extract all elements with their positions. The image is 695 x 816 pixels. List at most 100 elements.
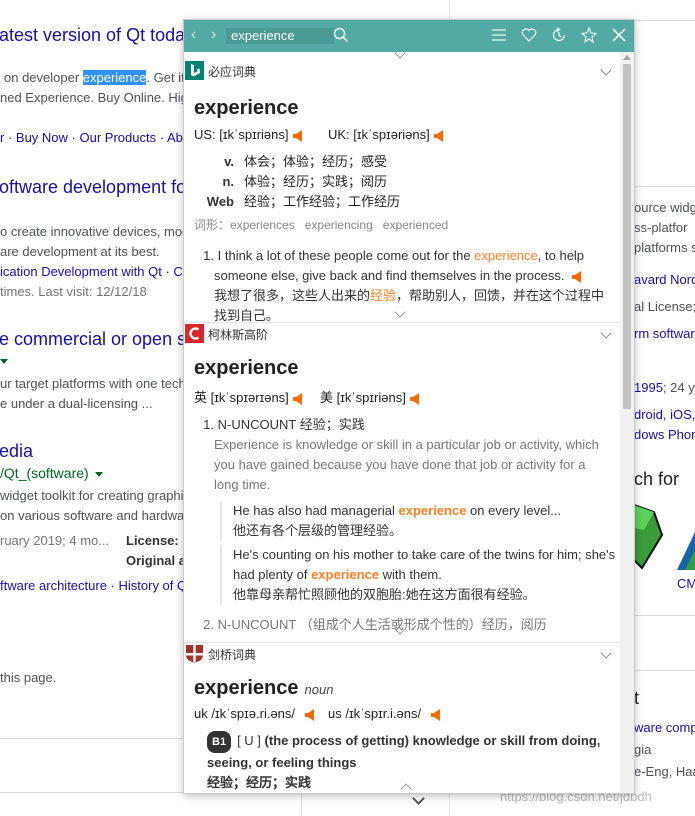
result-4-snippet: widget toolkit for creating graphic [0,488,191,503]
sitelink[interactable]: r [0,130,4,145]
result-4-snippet-2: on various software and hardwa [0,508,185,523]
popup-scrollbar[interactable] [620,52,634,793]
cambridge-logo-icon [186,645,203,663]
collins-example-1: He has also had managerial experience on… [220,501,620,541]
speaker-icon[interactable] [431,708,441,721]
panel-release: 1995; 24 y [634,380,695,395]
result-1-snippet: on developer experience. Get it [4,70,185,85]
panel-link-company[interactable]: ware compa [634,720,695,735]
cmake-logo-icon[interactable] [677,532,695,572]
snippet-highlight: experience [82,70,147,85]
result-1-title[interactable]: atest version of Qt today [0,25,194,46]
chevron-down-icon[interactable] [394,52,406,59]
search-icon[interactable] [333,27,349,43]
speaker-icon[interactable] [292,129,302,142]
popup-toolbar: ‹ › [184,20,634,52]
definition-row: n. 体验；经历；实践；阅历 [222,174,388,189]
forward-button[interactable]: › [211,27,216,43]
result-3-snippet-2: e under a dual-licensing ... [0,396,153,411]
collins-logo-icon [185,324,204,343]
panel-line: ss-platfor [634,220,688,235]
panel-line: gia [634,742,652,757]
popup-content[interactable]: 必应词典 experience US: [ɪkˈspɪriəns] UK: [ɪ… [184,52,620,793]
word-form[interactable]: experienced [383,218,448,232]
url-dropdown-icon[interactable] [94,471,103,477]
headword: experience [194,97,299,119]
uk-pronunciation: 英 [ɪkˈspɪərɪəns] [194,387,302,406]
result-4-sitelinks: ftware architecture · History of Q [0,578,188,593]
speaker-icon[interactable] [292,392,302,405]
right-panel-divider [634,20,695,21]
result-4-original: Original a [126,553,186,568]
pin-icon[interactable] [581,27,597,43]
panel-link-type[interactable]: rm software [634,326,695,341]
panel-divider [634,186,695,187]
collins-example-2: He's counting on his mother to take care… [220,545,620,605]
menu-icon[interactable] [491,27,507,43]
level-badge: B1 [207,731,232,753]
result-4-date: ruary 2019; 4 mo... [0,533,110,548]
panel-logo-label[interactable]: CM [677,576,695,591]
sitelink-history[interactable]: History of Q [119,578,188,593]
us-pronunciation: 美 [ɪkˈspɪriəns] [320,387,419,406]
section-header[interactable]: 必应词典 [184,60,620,82]
word-form[interactable]: experiences [230,218,295,232]
panel-people-search-for: ch for [634,469,680,489]
sense-1: 1. N-UNCOUNT 经验；实践 Experience is knowled… [203,417,599,492]
uk-pronunciation: UK: [ɪkˈspɪəriəns] [328,127,443,142]
definition-row: Web 经验；工作经验；工作经历 [206,194,401,209]
panel-os-links-2[interactable]: dows Phon [634,427,695,442]
collapse-icon[interactable] [600,327,612,339]
speaker-icon[interactable] [409,392,419,405]
section-title: 必应词典 [208,65,257,79]
us-pronunciation: US: [ɪkˈspɪriəns] [194,127,302,142]
result-4-title[interactable]: edia [0,441,33,462]
panel-line: ource widg [634,200,695,215]
definition-row: v. 体会；体验；经历；感受 [224,154,388,169]
collapse-icon[interactable] [600,647,612,659]
result-2-snippet: o create innovative devices, mod [0,224,190,239]
cambridge-dictionary-section: 剑桥词典 experience noun uk /ɪkˈspɪə.ri.əns/ … [184,643,620,793]
panel-os-links[interactable]: droid, iOS, [634,407,695,422]
chevron-down-icon[interactable] [412,792,425,805]
heart-icon[interactable] [521,27,537,43]
result-1-snippet-2: ned Experience. Buy Online. Hig [0,90,188,105]
bing-logo-icon [185,61,204,80]
us-pronunciation: us /ɪkˈspɪr.i.əns/ [328,706,441,721]
result-2-title[interactable]: oftware development for [0,177,192,198]
result-3-snippet: ur target platforms with one techn [0,376,193,391]
sitelink[interactable]: ication Development with Qt [0,264,162,279]
scroll-up-icon[interactable] [623,55,631,60]
footer-text: this page. [0,670,57,685]
section-header[interactable]: 剑桥词典 [184,643,620,665]
result-1-sitelinks: r · Buy Now · Our Products · Abo [0,130,191,145]
bing-dictionary-section: 必应词典 experience US: [ɪkˈspɪriəns] UK: [ɪ… [184,60,620,323]
bottom-search-box[interactable] [0,792,302,816]
speaker-icon[interactable] [572,270,582,283]
result-3-url-arrow[interactable] [0,353,8,371]
word-form[interactable]: experiencing [305,218,373,232]
collins-dictionary-section: 柯林斯高阶 experience 英 [ɪkˈspɪərɪəns] 美 [ɪkˈ… [184,323,620,643]
section-header[interactable]: 柯林斯高阶 [184,323,620,345]
headword: experience [194,357,299,379]
sitelink-architecture[interactable]: ftware architecture [0,578,107,593]
speaker-icon[interactable] [433,129,443,142]
panel-link-developer[interactable]: avard Nord [634,272,695,287]
cube-logo-icon[interactable] [634,500,664,570]
result-3-title[interactable]: e commercial or open s [0,329,186,350]
word-search-input[interactable] [226,28,334,44]
sitelink-our-products[interactable]: Our Products [80,130,157,145]
back-button[interactable]: ‹ [191,27,196,43]
result-4-url[interactable]: /Qt_(software) [0,465,103,481]
dictionary-popup: ‹ › experience 必应词典 experience US: [ɪkˈs… [183,19,635,794]
close-icon[interactable] [611,27,627,43]
uk-pronunciation: uk /ɪkˈspɪə.ri.əns/ [194,706,315,721]
speaker-icon[interactable] [305,708,315,721]
scrollbar-thumb[interactable] [623,64,631,409]
sitelink-buy-now[interactable]: Buy Now [16,130,68,145]
part-of-speech: noun [304,682,334,697]
refresh-icon[interactable] [551,27,567,43]
panel-divider [634,615,695,616]
collapse-icon[interactable] [600,64,612,76]
result-2-sitelinks: ication Development with Qt · Co [0,264,191,279]
